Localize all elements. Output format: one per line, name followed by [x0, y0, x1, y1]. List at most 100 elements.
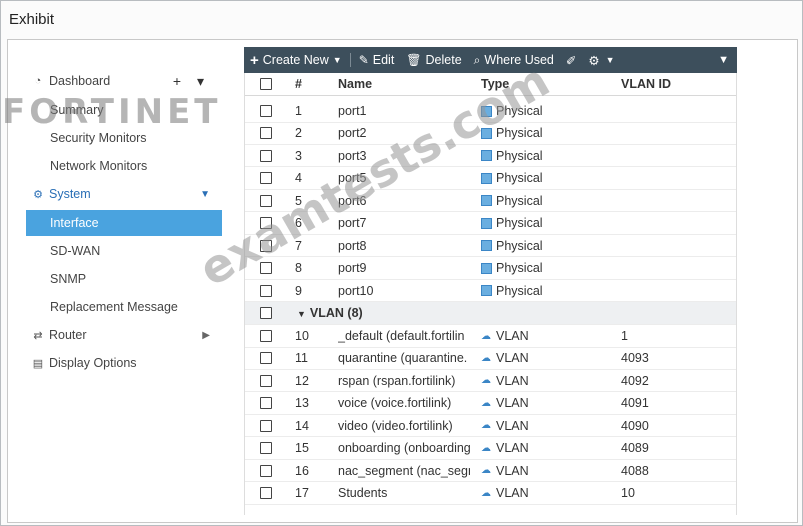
row-number: 13 — [295, 396, 309, 411]
row-checkbox[interactable] — [260, 105, 272, 117]
exhibit-title: Exhibit — [9, 11, 55, 28]
row-checkbox[interactable] — [260, 487, 272, 500]
row-checkbox[interactable] — [260, 172, 272, 185]
interface-type: ☁ VLAN — [481, 396, 529, 410]
sidebar-item-system[interactable]: ⚙ System ▼ — [8, 181, 222, 207]
row-number: 15 — [295, 441, 309, 456]
group-checkbox[interactable] — [260, 307, 272, 319]
table-row[interactable]: 13 voice (voice.fortilink) ☁ VLAN 4091 — [245, 392, 736, 415]
row-checkbox[interactable] — [260, 464, 272, 477]
table-row[interactable]: 9 port10 Physical — [245, 280, 736, 303]
table-row[interactable]: 1 port1 Physical — [245, 100, 736, 123]
sidebar-item-router[interactable]: ⇄ Router ▶ — [8, 322, 222, 348]
select-all-checkbox[interactable] — [260, 78, 272, 90]
row-checkbox[interactable] — [260, 374, 272, 387]
where-used-button[interactable]: ⌕ Where Used — [468, 47, 560, 73]
row-checkbox[interactable] — [260, 442, 272, 455]
sidebar-item-label: SD-WAN — [50, 244, 101, 258]
physical-port-icon — [481, 150, 492, 162]
row-checkbox[interactable] — [260, 352, 272, 365]
column-header-name[interactable]: Name — [338, 77, 470, 91]
delete-button[interactable]: 🗑 Delete — [400, 47, 467, 73]
row-checkbox[interactable] — [260, 127, 272, 140]
where-used-label: Where Used — [484, 53, 554, 67]
table-row[interactable]: 6 port7 Physical — [245, 212, 736, 235]
dashboard-add-icon[interactable]: + ▾ — [173, 73, 210, 90]
delete-label: Delete — [425, 53, 462, 67]
interface-type: Physical — [481, 104, 543, 118]
table-row[interactable]: 12 rspan (rspan.fortilink) ☁ VLAN 4092 — [245, 370, 736, 393]
table-row[interactable]: 2 port2 Physical — [245, 122, 736, 145]
interface-type-label: VLAN — [496, 329, 529, 343]
sidebar-item-replacement-message[interactable]: Replacement Message — [8, 294, 222, 320]
interface-type: Physical — [481, 239, 543, 253]
table-row[interactable]: 10 _default (default.fortilin ☁ VLAN 1 — [245, 325, 736, 348]
row-number: 3 — [295, 148, 302, 163]
row-number: 8 — [295, 261, 302, 276]
row-checkbox[interactable] — [260, 194, 272, 207]
edit-label: Edit — [372, 53, 395, 67]
trash-icon: 🗑 — [406, 53, 422, 67]
router-icon: ⇄ — [33, 329, 43, 342]
interface-type-label: Physical — [496, 216, 543, 231]
interface-type-label: Physical — [496, 148, 543, 163]
vlan-group-row[interactable]: ▼ VLAN (8) — [245, 302, 736, 325]
row-number: 11 — [295, 351, 308, 366]
row-checkbox[interactable] — [260, 419, 272, 432]
column-header-type[interactable]: Type — [481, 77, 509, 91]
gear-icon: ⚙ — [33, 188, 43, 201]
table-row[interactable]: 7 port8 Physical — [245, 235, 736, 258]
row-checkbox[interactable] — [260, 239, 272, 252]
sidebar-item-sd-wan[interactable]: SD-WAN — [8, 238, 222, 264]
pencil-button[interactable]: ✐ — [560, 47, 582, 73]
vlan-group-label[interactable]: ▼ VLAN (8) — [297, 306, 363, 320]
edit-button[interactable]: ✎ Edit — [353, 47, 401, 73]
sidebar-item-network-monitors[interactable]: Network Monitors — [8, 153, 222, 179]
vlan-icon: ☁ — [481, 442, 491, 454]
sidebar-item-label: Network Monitors — [50, 159, 148, 173]
table-row[interactable]: 17 Students ☁ VLAN 10 — [245, 482, 736, 505]
row-number: 2 — [295, 126, 302, 141]
interface-type: Physical — [481, 194, 543, 208]
interface-type: Physical — [481, 126, 543, 140]
toolbar-divider — [349, 53, 351, 67]
table-row[interactable]: 15 onboarding (onboarding ☁ VLAN 4089 — [245, 437, 736, 460]
interface-type: Physical — [481, 149, 543, 163]
settings-dropdown-button[interactable]: ⚙ ▼ — [582, 47, 620, 73]
interface-name: nac_segment (nac_segr — [338, 463, 470, 478]
table-row[interactable]: 4 port5 Physical — [245, 167, 736, 190]
table-row[interactable]: 11 quarantine (quarantine. ☁ VLAN 4093 — [245, 347, 736, 370]
sidebar-item-interface[interactable]: Interface — [26, 210, 222, 236]
interface-type: ☁ VLAN — [481, 329, 529, 343]
interface-name: video (video.fortilink) — [338, 418, 453, 433]
row-number: 1 — [295, 104, 302, 118]
column-header-vlan-id[interactable]: VLAN ID — [621, 77, 671, 91]
create-new-button[interactable]: + Create New ▼ — [244, 47, 348, 73]
sidebar-item-security-monitors[interactable]: Security Monitors — [8, 125, 222, 151]
sidebar-item-summary[interactable]: Summary — [8, 97, 222, 123]
column-header-num[interactable]: # — [295, 77, 302, 91]
row-number: 6 — [295, 216, 302, 231]
row-number: 9 — [295, 283, 302, 298]
sidebar-item-snmp[interactable]: SNMP — [8, 266, 222, 292]
table-row[interactable]: 5 port6 Physical — [245, 190, 736, 213]
sidebar-item-display-options[interactable]: ▤ Display Options — [8, 350, 222, 376]
row-checkbox[interactable] — [260, 397, 272, 410]
row-checkbox[interactable] — [260, 262, 272, 275]
row-checkbox[interactable] — [260, 149, 272, 162]
table-row[interactable]: 16 nac_segment (nac_segr ☁ VLAN 4088 — [245, 460, 736, 483]
collapse-chevron-icon[interactable]: ▼ — [718, 54, 737, 66]
table-row[interactable]: 3 port3 Physical — [245, 145, 736, 168]
interface-type-label: VLAN — [496, 441, 529, 456]
vlan-id: 4089 — [621, 441, 649, 456]
sidebar-item-label: Interface — [50, 216, 99, 230]
row-checkbox[interactable] — [260, 284, 272, 297]
sidebar-item-dashboard[interactable]: ◔ Dashboard + ▾ — [8, 68, 222, 94]
table-row[interactable]: 8 port9 Physical — [245, 257, 736, 280]
vlan-id: 4093 — [621, 351, 649, 366]
table-row[interactable]: 14 video (video.fortilink) ☁ VLAN 4090 — [245, 415, 736, 438]
sidebar-item-label: Security Monitors — [50, 131, 147, 145]
interface-type-label: Physical — [496, 261, 543, 276]
row-checkbox[interactable] — [260, 217, 272, 230]
row-checkbox[interactable] — [260, 330, 272, 342]
